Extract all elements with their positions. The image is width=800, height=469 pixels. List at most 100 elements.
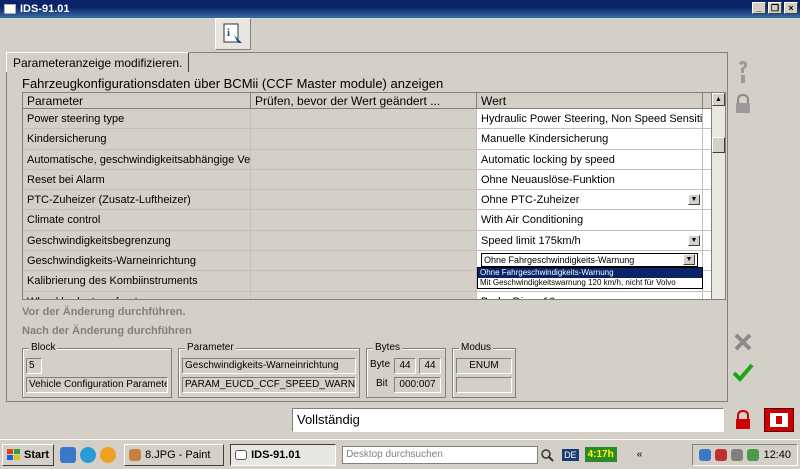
language-indicator[interactable]: DE [562, 448, 579, 461]
cell-parameter: Geschwindigkeits-Warneinrichtung [23, 251, 251, 271]
info-tool-button[interactable]: i [215, 18, 251, 50]
network-icon[interactable] [699, 449, 712, 461]
cell-check [251, 109, 477, 129]
task-paint[interactable]: 8.JPG - Paint [124, 443, 225, 466]
table-row[interactable]: Reset bei Alarm Ohne Neuauslöse-Funktion [23, 169, 725, 191]
chevron-down-icon[interactable]: ▼ [688, 194, 700, 206]
status-field: Vollständig [292, 408, 724, 432]
cell-value-text: Ohne PTC-Zuheizer [481, 194, 580, 207]
cancel-icon[interactable] [731, 330, 755, 354]
task-ids[interactable]: IDS-91.01 [230, 443, 337, 466]
cell-check [251, 251, 477, 271]
chevron-down-icon[interactable]: ▼ [688, 234, 700, 246]
clock[interactable]: 12:40 [763, 449, 791, 461]
scroll-thumb[interactable] [712, 137, 725, 153]
table-row[interactable]: Climate control With Air Conditioning [23, 210, 725, 231]
mail-icon[interactable] [100, 446, 117, 463]
table-row[interactable]: Kindersicherung Manuelle Kindersicherung [23, 129, 725, 150]
taskbar: Start 8.JPG - Paint IDS-91.01 Desktop du… [0, 439, 800, 469]
cell-value[interactable]: Brake Discs 16 [477, 291, 703, 299]
table-row[interactable]: Automatische, geschwindigkeitsabhängige … [23, 149, 725, 170]
desktop-search-input[interactable]: Desktop durchsuchen [342, 445, 539, 464]
window-title: IDS-91.01 [20, 3, 70, 15]
byte-to-field: 44 [419, 358, 441, 374]
tray-app-icon[interactable] [747, 449, 760, 461]
cell-check [251, 169, 477, 190]
cell-parameter: Kalibrierung des Kombiinstruments [23, 271, 251, 291]
cell-check [251, 129, 477, 149]
tray-expand-icon[interactable]: « [637, 449, 643, 460]
parameter-group: Parameter Geschwindigkeits-Warneinrichtu… [178, 342, 360, 398]
column-header-check[interactable]: Prüfen, bevor der Wert geändert ... [251, 93, 477, 109]
cell-value-text: Hydraulic Power Steering, Non Speed Sens… [481, 113, 703, 125]
tab-parameter-modify[interactable]: Parameteranzeige modifizieren. [6, 52, 190, 72]
modus-value2-field [456, 377, 512, 393]
help-icon[interactable] [731, 60, 755, 84]
scroll-up-button[interactable]: ▲ [712, 93, 725, 106]
cell-check [251, 271, 477, 291]
browser-icon[interactable] [80, 446, 97, 463]
lock-icon[interactable] [731, 92, 755, 116]
chevron-down-icon[interactable]: ▼ [683, 254, 695, 266]
note-after: Nach der Änderung durchführen [22, 325, 192, 337]
cell-value[interactable]: Ohne Neuauslöse-Funktion [477, 169, 703, 190]
cell-value-text: Automatic locking by speed [481, 153, 615, 166]
paint-icon [129, 448, 142, 461]
dropdown-option[interactable]: Mit Geschwindigkeitswarnung 120 km/h, ni… [478, 278, 702, 288]
bit-label: Bit [376, 378, 388, 389]
dropdown-option[interactable]: Ohne Fahrgeschwindigkeits-Warnung [478, 268, 702, 278]
byte-from-field: 44 [394, 358, 416, 374]
minimize-button[interactable]: _ [752, 2, 766, 14]
cell-check [251, 190, 477, 210]
close-button[interactable]: × [784, 2, 798, 14]
cell-check [251, 149, 477, 169]
parameter-code-field: PARAM_EUCD_CCF_SPEED_WARNING_DE [182, 377, 356, 393]
cell-value[interactable]: Speed limit 175km/h ▼ [477, 230, 703, 251]
value-dropdown-list: Ohne Fahrgeschwindigkeits-Warnung Mit Ge… [477, 267, 703, 289]
cell-value[interactable]: Hydraulic Power Steering, Non Speed Sens… [477, 109, 703, 129]
column-header-parameter[interactable]: Parameter [23, 93, 251, 109]
windows-logo-icon [7, 448, 20, 460]
desktop-icon[interactable] [60, 446, 77, 463]
table-row[interactable]: PTC-Zuheizer (Zusatz-Luftheizer) Ohne PTC… [23, 190, 725, 211]
modus-group: Modus ENUM [452, 342, 516, 398]
cell-value[interactable]: With Air Conditioning [477, 210, 703, 230]
search-icon[interactable] [540, 448, 554, 462]
toolbar: i [0, 18, 800, 52]
cell-parameter: Geschwindigkeitsbegrenzung [23, 230, 251, 251]
security-icon[interactable] [715, 449, 728, 461]
modus-label: Modus [459, 342, 494, 353]
accept-checkmark-icon[interactable] [731, 360, 755, 384]
parameter-label: Parameter [185, 342, 236, 353]
timer-badge: 4:17h [584, 447, 617, 462]
cell-value[interactable]: Automatic locking by speed [477, 149, 703, 169]
column-header-value[interactable]: Wert [477, 93, 703, 109]
volume-icon[interactable] [731, 449, 744, 461]
cell-value-text: Speed limit 175km/h [481, 234, 581, 247]
svg-text:i: i [227, 27, 230, 39]
table-row[interactable]: Wheel brake type front Brake Discs 16 [23, 291, 725, 299]
exit-icon[interactable] [764, 408, 794, 432]
window-titlebar: IDS-91.01 _ ❐ × [0, 0, 800, 18]
system-tray: 12:40 [692, 444, 798, 466]
start-button[interactable]: Start [2, 443, 55, 466]
value-select[interactable]: Ohne Fahrgeschwindigkeits-Warnung ▼ [481, 253, 698, 268]
restore-button[interactable]: ❐ [768, 2, 782, 14]
byte-label: Byte [370, 359, 391, 370]
task-paint-label: 8.JPG - Paint [145, 448, 211, 461]
cell-parameter: Automatische, geschwindigkeitsabhängige … [23, 149, 251, 169]
table-row[interactable]: Power steering type Hydraulic Power Steer… [23, 109, 725, 130]
cell-check [251, 291, 477, 299]
cell-value[interactable]: Manuelle Kindersicherung [477, 129, 703, 149]
table-scrollbar[interactable]: ▲ [711, 93, 725, 299]
cell-value[interactable]: Ohne PTC-Zuheizer ▼ [477, 190, 703, 210]
cell-value-text: With Air Conditioning [481, 214, 584, 227]
red-lock-icon[interactable] [731, 408, 755, 432]
block-number-field: 5 [26, 358, 42, 374]
cell-value-text: Manuelle Kindersicherung [481, 133, 609, 146]
cell-parameter: PTC-Zuheizer (Zusatz-Luftheizer) [23, 190, 251, 210]
info-doc-icon: i [223, 23, 242, 43]
note-before: Vor der Änderung durchführen. [22, 306, 186, 318]
table-row[interactable]: Geschwindigkeitsbegrenzung Speed limit 17… [23, 230, 725, 252]
cell-parameter: Kindersicherung [23, 129, 251, 149]
